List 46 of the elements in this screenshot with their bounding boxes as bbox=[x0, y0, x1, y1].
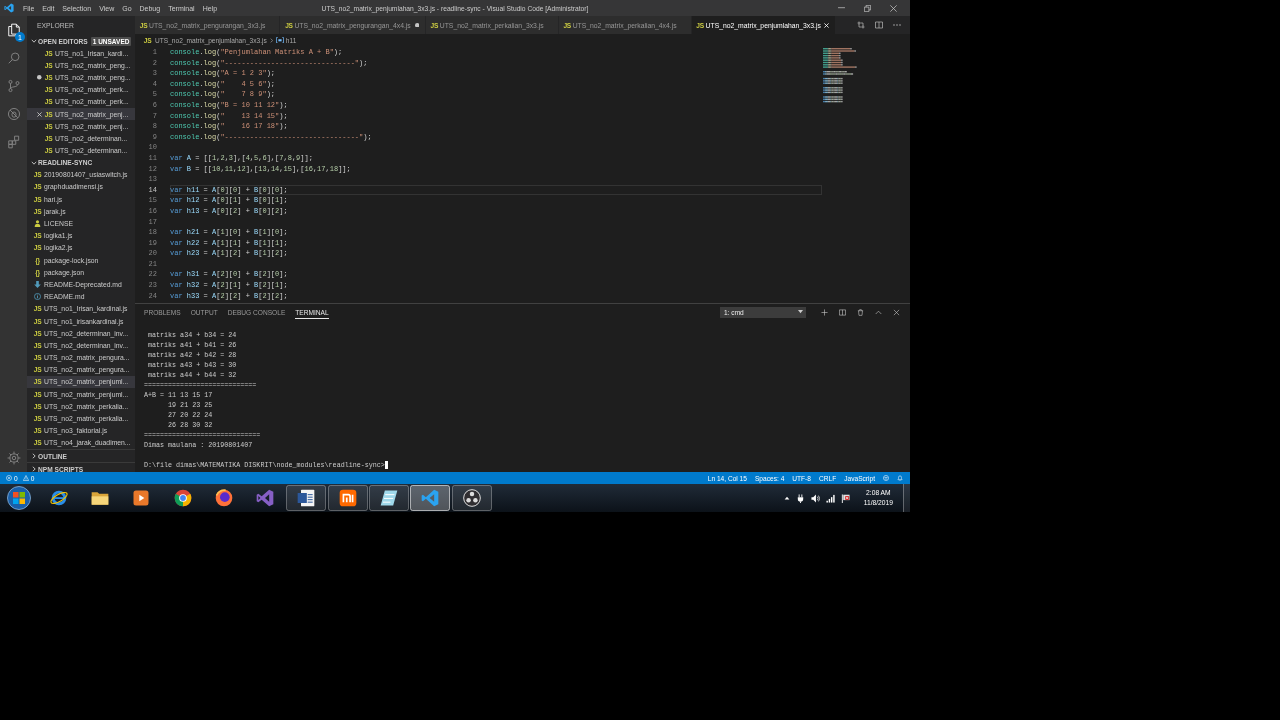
slanted-pad-icon[interactable] bbox=[369, 485, 409, 511]
extensions-icon[interactable] bbox=[6, 135, 21, 149]
chevron-up-icon[interactable] bbox=[875, 308, 882, 316]
trash-icon[interactable] bbox=[857, 308, 864, 316]
search-icon[interactable] bbox=[6, 51, 21, 65]
document-icon[interactable] bbox=[286, 485, 327, 511]
ribbon-icon[interactable] bbox=[410, 485, 451, 511]
minimap[interactable] bbox=[822, 47, 857, 105]
pinwheel-circle-icon[interactable] bbox=[172, 488, 193, 508]
app-logo-icon bbox=[4, 3, 14, 13]
files-icon[interactable] bbox=[6, 23, 21, 37]
flag-icon[interactable] bbox=[840, 493, 850, 503]
settings-icon[interactable] bbox=[6, 451, 21, 465]
chevron-icon[interactable] bbox=[31, 159, 37, 166]
restore-icon[interactable] bbox=[863, 4, 871, 12]
caret-icon bbox=[798, 310, 803, 314]
minimize-icon[interactable] bbox=[837, 7, 845, 9]
signal-icon[interactable] bbox=[825, 493, 835, 503]
ribbon-loop-icon[interactable] bbox=[255, 488, 276, 508]
tile-icon[interactable] bbox=[327, 485, 368, 511]
person-icon bbox=[34, 220, 41, 228]
compare-changes-icon[interactable] bbox=[857, 21, 865, 29]
bug-icon[interactable] bbox=[6, 107, 21, 121]
chevron-icon[interactable] bbox=[31, 38, 37, 44]
globe-swoosh-icon[interactable] bbox=[48, 488, 69, 508]
chevron-icon[interactable] bbox=[31, 466, 37, 472]
text-cursor-icon bbox=[384, 461, 389, 469]
plug-icon[interactable] bbox=[795, 493, 805, 503]
speaker-icon[interactable] bbox=[810, 493, 820, 503]
info-icon bbox=[34, 293, 41, 301]
chevron-icon[interactable] bbox=[31, 453, 37, 459]
start-orb-icon[interactable] bbox=[7, 486, 31, 510]
chevron-right-icon bbox=[269, 37, 273, 43]
unsaved-dot-icon bbox=[37, 75, 42, 80]
split-editor-icon[interactable] bbox=[875, 21, 883, 29]
flame-globe-icon[interactable] bbox=[213, 488, 234, 508]
circle-blades-icon[interactable] bbox=[451, 485, 492, 511]
close-icon[interactable] bbox=[37, 111, 42, 117]
unsaved-dot-icon bbox=[414, 22, 420, 28]
show-desktop-button[interactable] bbox=[903, 484, 910, 512]
source-control-icon[interactable] bbox=[6, 79, 21, 93]
triangle-up-icon[interactable] bbox=[783, 496, 790, 500]
download-arrow-icon bbox=[34, 280, 41, 288]
variable-symbol-icon bbox=[275, 36, 284, 44]
split-icon[interactable] bbox=[839, 308, 846, 316]
plus-icon[interactable] bbox=[821, 308, 828, 316]
